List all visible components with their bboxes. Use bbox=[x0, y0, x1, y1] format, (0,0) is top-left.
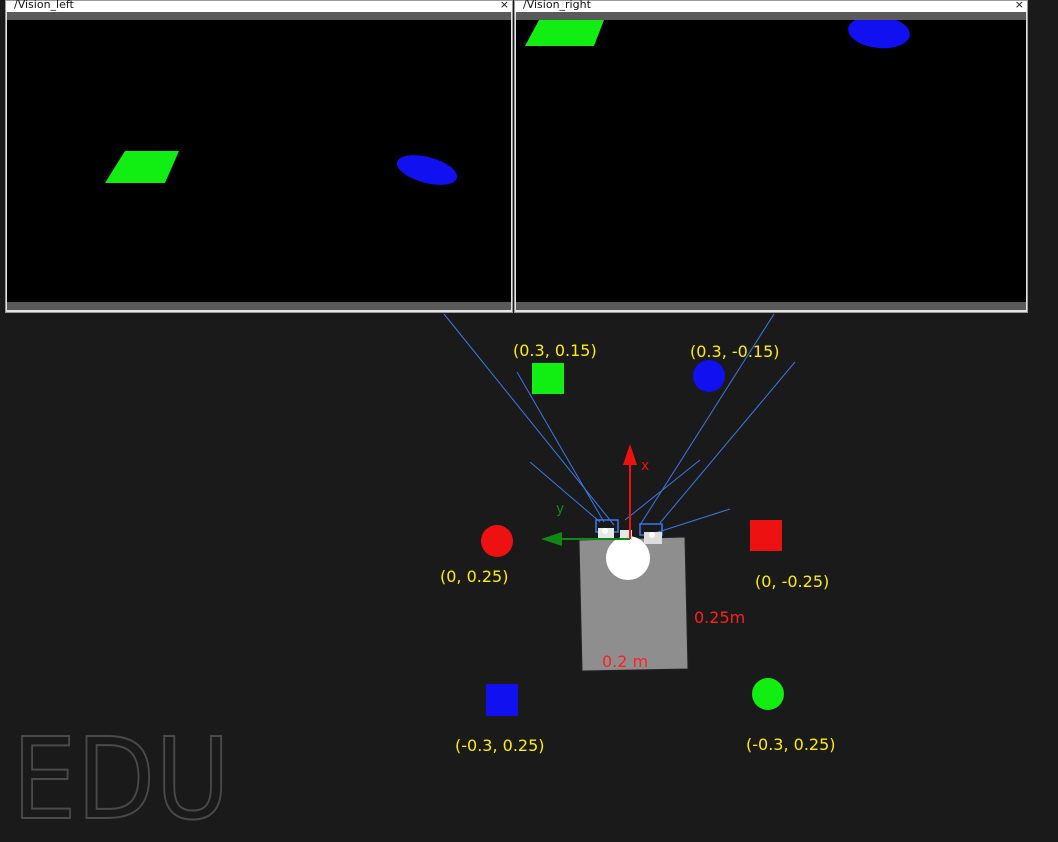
green-circle-object bbox=[752, 678, 784, 710]
red-circle-label: (0, 0.25) bbox=[440, 567, 508, 586]
green-circle-label: (-0.3, 0.25) bbox=[746, 735, 836, 754]
blue-square-label: (-0.3, 0.25) bbox=[455, 736, 545, 755]
blue-circle-object bbox=[693, 360, 725, 392]
red-square-label: (0, -0.25) bbox=[755, 572, 829, 591]
robot-length-label: 0.25m bbox=[694, 608, 745, 627]
y-axis-label: y bbox=[556, 501, 564, 517]
x-axis-arrow bbox=[623, 444, 637, 539]
red-square-object bbox=[750, 520, 782, 551]
red-circle-object bbox=[481, 525, 513, 557]
blue-square-object bbox=[486, 684, 518, 716]
scene-view: x y 0.25m 0.2 m (0.3, 0.15) (0.3, -0.15)… bbox=[11, 313, 836, 842]
x-axis-label: x bbox=[641, 458, 649, 474]
green-square-object bbox=[532, 363, 564, 394]
blue-circle-label: (0.3, -0.15) bbox=[690, 342, 780, 361]
robot-width-label: 0.2 m bbox=[602, 652, 648, 671]
green-square-label: (0.3, 0.15) bbox=[513, 341, 597, 360]
robot-caster bbox=[606, 536, 650, 580]
edu-watermark: EDU bbox=[12, 715, 230, 842]
